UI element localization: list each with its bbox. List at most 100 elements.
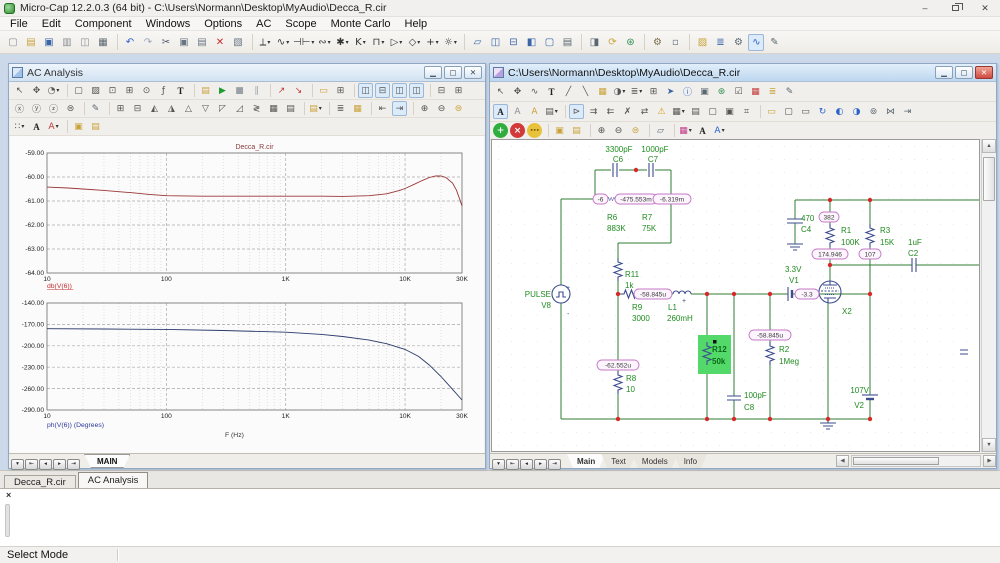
- accumulate-plots-icon[interactable]: ▭: [316, 83, 331, 98]
- help-mode-icon[interactable]: ▣: [697, 84, 712, 99]
- same-scales-icon[interactable]: ⇥: [392, 101, 407, 116]
- select-region-icon[interactable]: ▧: [230, 34, 246, 51]
- transistor-component-icon[interactable]: K▾: [352, 34, 368, 51]
- scroll-right-arrow[interactable]: ▶: [983, 455, 996, 467]
- page-list-button[interactable]: ▾: [11, 459, 24, 470]
- horizontal-scrollbar[interactable]: [851, 455, 981, 467]
- dropdown-arrow-icon[interactable]: ▾: [381, 39, 384, 46]
- select-tool-icon[interactable]: ↖: [493, 84, 508, 99]
- peak-icon[interactable]: ◭: [147, 101, 162, 116]
- color-sheet-icon[interactable]: ▦: [748, 84, 763, 99]
- delete-icon[interactable]: ✕: [212, 34, 228, 51]
- show-node-numbers-icon[interactable]: A: [527, 104, 542, 119]
- dropdown-arrow-icon[interactable]: ▾: [555, 108, 558, 115]
- clipboard-copy-icon[interactable]: ▤▾: [308, 101, 323, 116]
- data-points-icon[interactable]: ⊞: [333, 83, 348, 98]
- dropdown-arrow-icon[interactable]: ▾: [399, 39, 402, 46]
- menu-windows[interactable]: Windows: [139, 17, 198, 31]
- component-v2[interactable]: 107V V2: [850, 386, 878, 410]
- show-pin-names-icon[interactable]: A: [510, 104, 525, 119]
- page-tab-models[interactable]: Models: [632, 454, 678, 468]
- scroll-left-arrow[interactable]: ◀: [836, 455, 849, 467]
- bottom-axis-icon[interactable]: ▦: [266, 101, 281, 116]
- component-r1[interactable]: R1 100K: [826, 224, 860, 247]
- point-tag-mode-icon[interactable]: ⊙: [139, 83, 154, 98]
- cursor-x-value-icon[interactable]: ⓧ: [12, 101, 27, 116]
- numeric-output-icon[interactable]: ≣: [333, 101, 348, 116]
- step-to-icon[interactable]: ⇥: [900, 104, 915, 119]
- show-power-icon[interactable]: ✗: [620, 104, 635, 119]
- plot-properties-icon[interactable]: ▤: [198, 83, 213, 98]
- select-area-icon[interactable]: ▢: [781, 104, 796, 119]
- global-low-icon[interactable]: ≷: [249, 101, 264, 116]
- component-c7[interactable]: 1000pF C7: [641, 145, 668, 177]
- menu-component[interactable]: Component: [68, 17, 139, 31]
- enable-toggle-icon[interactable]: ☑: [731, 84, 746, 99]
- maximize-window-icon[interactable]: ▢: [541, 34, 557, 51]
- zoom-out-icon[interactable]: ⊖: [611, 123, 626, 138]
- last-page-button[interactable]: ⇥: [67, 459, 80, 470]
- child-close-button[interactable]: ✕: [975, 66, 993, 79]
- dropdown-arrow-icon[interactable]: ▾: [689, 127, 692, 134]
- axis-expression-label[interactable]: ph(V(6)) (Degrees): [47, 422, 104, 429]
- zoom-window-mode-icon[interactable]: ⊡: [105, 83, 120, 98]
- grid-options-icon[interactable]: ∷▾: [12, 119, 27, 134]
- show-warnings-icon[interactable]: ⚠: [654, 104, 669, 119]
- text-mode-icon[interactable]: T: [173, 83, 188, 98]
- cursor-none-icon[interactable]: ◫: [409, 83, 424, 98]
- page-tab-info[interactable]: Info: [674, 454, 707, 468]
- mode-properties-icon[interactable]: ▭: [764, 104, 779, 119]
- dropdown-arrow-icon[interactable]: ▾: [417, 39, 420, 46]
- go-to-branch-icon[interactable]: ⓩ: [46, 101, 61, 116]
- page-view-icon[interactable]: ▱: [653, 123, 668, 138]
- scale-mode-icon[interactable]: ⊞: [122, 83, 137, 98]
- attribute-table-icon[interactable]: ≣: [765, 84, 780, 99]
- zoom-area-icon[interactable]: ⊜: [628, 123, 643, 138]
- go-to-x-icon[interactable]: ⊞: [113, 101, 128, 116]
- show-current-icon[interactable]: ⇇: [603, 104, 618, 119]
- cut-icon[interactable]: ✂: [158, 34, 174, 51]
- page-tab-text[interactable]: Text: [601, 454, 636, 468]
- text-attributes-icon[interactable]: A▾: [712, 123, 727, 138]
- flip-horizontal-icon[interactable]: ◐: [832, 104, 847, 119]
- dropdown-arrow-icon[interactable]: ▾: [436, 39, 439, 46]
- child-close-button[interactable]: ✕: [464, 66, 482, 79]
- ac-analysis-plots[interactable]: -59.00-60.00-61.00-62.00-63.00-64.001010…: [10, 136, 486, 455]
- split-view-icon[interactable]: ◨: [586, 34, 602, 51]
- run-icon[interactable]: ▶: [215, 83, 230, 98]
- doc-tab-decca-r-cir[interactable]: Decca_R.cir: [4, 475, 76, 488]
- child-maximize-button[interactable]: ▢: [444, 66, 462, 79]
- align-cursors-icon[interactable]: ⇤: [375, 101, 390, 116]
- source-component-icon[interactable]: ∿▾: [275, 34, 291, 51]
- stop-icon[interactable]: ■: [232, 83, 247, 98]
- pause-icon[interactable]: ∥: [249, 83, 264, 98]
- wire-tool-icon[interactable]: ∿: [527, 84, 542, 99]
- child-minimize-button[interactable]: ▁: [935, 66, 953, 79]
- tile-horizontal-icon[interactable]: ⊟: [505, 34, 521, 51]
- redo-icon[interactable]: ↷: [140, 34, 156, 51]
- pan-tool-icon[interactable]: ✥: [510, 84, 525, 99]
- menu-file[interactable]: File: [3, 17, 35, 31]
- paste-from-stack-icon[interactable]: ▤: [569, 123, 584, 138]
- dropdown-arrow-icon[interactable]: ▾: [328, 39, 331, 46]
- page-list-button[interactable]: ▾: [492, 459, 505, 470]
- prev-page-button[interactable]: ◂: [520, 459, 533, 470]
- font-button-icon[interactable]: A: [695, 123, 710, 138]
- font-icon[interactable]: A: [29, 119, 44, 134]
- macro-component-icon[interactable]: ◇▾: [406, 34, 422, 51]
- plot-page-tab-main[interactable]: MAIN: [84, 454, 130, 468]
- print-icon[interactable]: ▦: [95, 34, 111, 51]
- waveform-properties-icon[interactable]: ✎: [88, 101, 103, 116]
- dropdown-arrow-icon[interactable]: ▾: [319, 105, 322, 112]
- package-editor-icon[interactable]: ⚙: [730, 34, 746, 51]
- cursor-right-icon[interactable]: ⊟: [375, 83, 390, 98]
- find-text-icon[interactable]: ⋈: [883, 104, 898, 119]
- first-page-button[interactable]: ⇤: [25, 459, 38, 470]
- cursor-y-value-icon[interactable]: ⓨ: [29, 101, 44, 116]
- schematic-canvas-area[interactable]: 3300pF C6 1000pF C7 470 C4: [491, 139, 980, 452]
- sheet-select-icon[interactable]: ▣: [722, 104, 737, 119]
- browser-mode-icon[interactable]: ⊛: [714, 84, 729, 99]
- dropdown-arrow-icon[interactable]: ▾: [454, 39, 457, 46]
- child-minimize-button[interactable]: ▁: [424, 66, 442, 79]
- menu-help[interactable]: Help: [398, 17, 435, 31]
